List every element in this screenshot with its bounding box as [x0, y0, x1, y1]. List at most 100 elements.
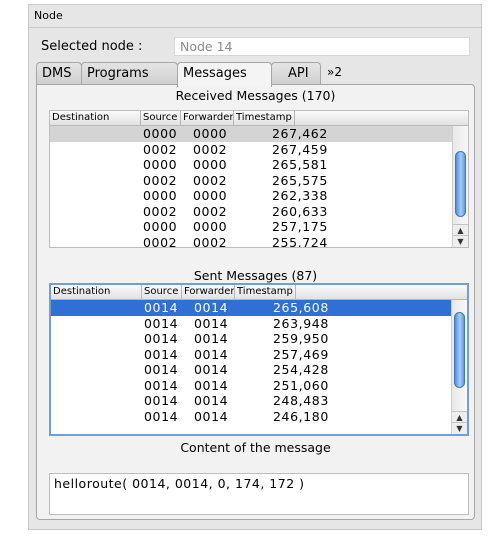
received-scrollbar[interactable]: ▲ ▼ — [452, 126, 468, 247]
scroll-down-icon[interactable]: ▼ — [452, 422, 467, 434]
cell-source: 0000 — [143, 219, 178, 234]
cell-source: 0002 — [143, 203, 178, 219]
table-row[interactable]: 0002 0002 255,724 — [50, 235, 452, 248]
table-row[interactable]: 0000 0000 262,338 — [50, 188, 452, 204]
cell-source: 0014 — [144, 408, 179, 424]
cell-forwarder: 0014 — [194, 393, 229, 408]
table-row[interactable]: 0014 0014 265,608 — [51, 300, 451, 316]
tab-dms[interactable]: DMS — [36, 62, 82, 85]
cell-forwarder: 0002 — [193, 203, 228, 219]
cell-source: 0014 — [144, 346, 179, 362]
cell-timestamp: 251,060 — [273, 377, 329, 393]
cell-timestamp: 255,724 — [272, 234, 328, 248]
cell-timestamp: 259,950 — [273, 331, 329, 346]
table-row[interactable]: 0000 0000 267,462 — [50, 126, 452, 142]
tab-api[interactable]: API — [271, 62, 321, 85]
cell-forwarder: 0014 — [194, 315, 229, 331]
table-row[interactable]: 0002 0002 260,633 — [50, 204, 452, 220]
cell-source: 0014 — [144, 362, 179, 377]
message-content-title: Content of the message — [180, 440, 331, 455]
cell-source: 0002 — [143, 172, 178, 188]
cell-forwarder: 0014 — [194, 377, 229, 393]
cell-forwarder: 0014 — [194, 331, 229, 346]
cell-timestamp: 265,608 — [273, 300, 329, 315]
cell-timestamp: 265,575 — [272, 172, 328, 188]
cell-source: 0000 — [143, 126, 178, 141]
table-row[interactable]: 0014 0014 251,060 — [51, 378, 451, 394]
cell-timestamp: 257,469 — [273, 346, 329, 362]
more-tabs-button[interactable]: »2 — [324, 62, 350, 85]
cell-timestamp: 254,428 — [273, 362, 329, 377]
tab-messages[interactable]: Messages — [177, 62, 272, 87]
node-panel: Node Selected node : Node 14 DMS Program… — [28, 4, 482, 530]
sent-rows: 0014 0014 265,608 0014 0014 263,948 0014 0014 25… — [51, 300, 451, 434]
sent-messages-title: Sent Messages (87) — [193, 268, 318, 283]
tab-bar: DMS Programs Messages API »2 — [36, 62, 476, 87]
column-timestamp[interactable]: Timestamp — [234, 111, 295, 125]
scroll-down-icon[interactable]: ▼ — [453, 235, 468, 247]
sent-scrollbar[interactable]: ▲ ▼ — [451, 300, 467, 434]
cell-source: 0014 — [144, 377, 179, 393]
table-row[interactable]: 0014 0014 246,180 — [51, 409, 451, 425]
column-timestamp[interactable]: Timestamp — [235, 285, 296, 299]
cell-source: 0002 — [143, 141, 178, 157]
cell-forwarder: 0000 — [193, 157, 228, 172]
column-forwarder[interactable]: Forwarder — [182, 285, 235, 299]
cell-source: 0000 — [143, 188, 178, 203]
cell-forwarder: 0000 — [193, 126, 228, 141]
cell-forwarder: 0014 — [194, 362, 229, 377]
cell-forwarder: 0000 — [193, 188, 228, 203]
panel-title: Node — [34, 9, 63, 22]
cell-forwarder: 0002 — [193, 141, 228, 157]
cell-timestamp: 263,948 — [273, 315, 329, 331]
message-content-area[interactable]: helloroute( 0014, 0014, 0, 174, 172 ) — [49, 473, 469, 515]
table-row[interactable]: 0014 0014 263,948 — [51, 316, 451, 332]
cell-source: 0000 — [143, 157, 178, 172]
column-source[interactable]: Source — [141, 111, 181, 125]
table-row[interactable]: 0000 0000 265,581 — [50, 157, 452, 173]
cell-timestamp: 246,180 — [273, 408, 329, 424]
cell-source: 0002 — [143, 234, 178, 248]
cell-forwarder: 0014 — [194, 346, 229, 362]
sent-messages-table[interactable]: Destination Source Forwarder Timestamp 0… — [49, 283, 469, 436]
cell-timestamp: 257,175 — [272, 219, 328, 234]
cell-forwarder: 0000 — [193, 219, 228, 234]
cell-timestamp: 267,459 — [272, 141, 328, 157]
column-destination[interactable]: Destination — [50, 111, 141, 125]
cell-timestamp: 265,581 — [272, 157, 328, 172]
cell-forwarder: 0014 — [194, 300, 229, 315]
column-destination[interactable]: Destination — [51, 285, 142, 299]
cell-source: 0014 — [144, 393, 179, 408]
cell-source: 0014 — [144, 331, 179, 346]
table-row[interactable]: 0002 0002 265,575 — [50, 173, 452, 189]
cell-timestamp: 248,483 — [273, 393, 329, 408]
panel-divider — [29, 27, 481, 28]
cell-forwarder: 0014 — [194, 408, 229, 424]
selected-node-label: Selected node : — [41, 39, 143, 54]
table-header: Destination Source Forwarder Timestamp — [50, 111, 468, 126]
cell-forwarder: 0002 — [193, 234, 228, 248]
cell-forwarder: 0002 — [193, 172, 228, 188]
table-row[interactable]: 0002 0002 267,459 — [50, 142, 452, 158]
cell-timestamp: 267,462 — [272, 126, 328, 141]
table-row[interactable]: 0014 0014 254,428 — [51, 362, 451, 378]
column-forwarder[interactable]: Forwarder — [181, 111, 234, 125]
column-source[interactable]: Source — [142, 285, 182, 299]
tab-programs[interactable]: Programs — [81, 62, 178, 85]
table-row[interactable]: 0014 0014 257,469 — [51, 347, 451, 363]
received-messages-table[interactable]: Destination Source Forwarder Timestamp 0… — [49, 110, 469, 248]
table-row[interactable]: 0014 0014 259,950 — [51, 331, 451, 347]
cell-source: 0014 — [144, 315, 179, 331]
table-header: Destination Source Forwarder Timestamp — [51, 285, 467, 300]
cell-timestamp: 262,338 — [272, 188, 328, 203]
cell-source: 0014 — [144, 300, 179, 315]
table-row[interactable]: 0014 0014 248,483 — [51, 393, 451, 409]
cell-timestamp: 260,633 — [272, 203, 328, 219]
messages-tab-panel: Received Messages (170) Destination Sour… — [36, 84, 475, 520]
received-scroll-thumb[interactable] — [455, 151, 466, 217]
sent-scroll-thumb[interactable] — [454, 312, 465, 388]
received-messages-title: Received Messages (170) — [175, 88, 336, 103]
table-row[interactable]: 0000 0000 257,175 — [50, 219, 452, 235]
received-rows: 0000 0000 267,462 0002 0002 267,459 0000 0000 26… — [50, 126, 452, 247]
selected-node-field[interactable]: Node 14 — [174, 37, 470, 56]
